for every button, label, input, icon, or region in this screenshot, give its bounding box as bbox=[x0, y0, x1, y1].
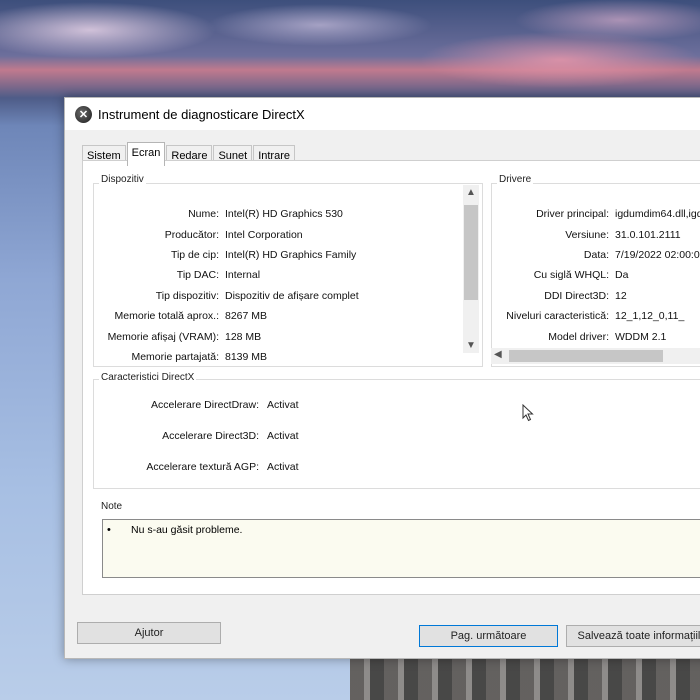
feature-row-value: Activat bbox=[267, 430, 299, 442]
feature-row-label: Accelerare DirectDraw: bbox=[151, 399, 259, 411]
drivers-group-label: Drivere bbox=[497, 174, 534, 185]
device-row-value: Intel Corporation bbox=[225, 229, 303, 241]
mouse-pointer-icon bbox=[522, 404, 534, 422]
device-row-shared-memory: Memorie partajată: 8139 MB bbox=[93, 351, 267, 363]
driver-row-ddi: DDI Direct3D: 12 bbox=[495, 290, 627, 302]
feature-row-directdraw: Accelerare DirectDraw: Activat bbox=[123, 399, 299, 411]
desktop-wallpaper-sky bbox=[0, 0, 700, 110]
feature-row-value: Activat bbox=[267, 399, 299, 411]
chevron-down-icon[interactable]: ▼ bbox=[466, 340, 476, 351]
device-group-label: Dispozitiv bbox=[99, 174, 146, 185]
device-row-vram: Memorie afișaj (VRAM): 128 MB bbox=[85, 331, 262, 343]
device-row-label: Tip dispozitiv: bbox=[155, 290, 219, 302]
driver-row-label: Driver principal: bbox=[536, 208, 609, 220]
device-row-device-type: Tip dispozitiv: Dispozitiv de afișare com… bbox=[93, 290, 359, 302]
driver-row-label: Cu siglă WHQL: bbox=[533, 269, 609, 281]
device-row-total-memory: Memorie totală aprox.: 8267 MB bbox=[93, 310, 268, 322]
chevron-left-icon[interactable]: ◀ bbox=[494, 349, 502, 360]
feature-row-direct3d: Accelerare Direct3D: Activat bbox=[123, 430, 299, 442]
device-row-value: 8267 MB bbox=[225, 310, 268, 322]
driver-row-driver-model: Model driver: WDDM 2.1 bbox=[495, 331, 666, 343]
driver-row-label: DDI Direct3D: bbox=[544, 290, 609, 302]
device-row-value: Dispozitiv de afișare complet bbox=[225, 290, 359, 302]
device-row-label: Tip DAC: bbox=[176, 269, 219, 281]
driver-row-label: Versiune: bbox=[565, 229, 609, 241]
driver-row-value: 7/19/2022 02:00:00 bbox=[615, 249, 700, 261]
window-title: Instrument de diagnosticare DirectX bbox=[98, 106, 305, 122]
display-tab-panel: Dispozitiv Nume: Intel(R) HD Graphics 530… bbox=[82, 160, 700, 595]
device-row-label: Memorie totală aprox.: bbox=[114, 310, 219, 322]
scrollbar-thumb[interactable] bbox=[509, 350, 663, 362]
feature-row-label: Accelerare textură AGP: bbox=[146, 461, 259, 473]
device-row-name: Nume: Intel(R) HD Graphics 530 bbox=[93, 208, 343, 220]
device-row-label: Memorie partajată: bbox=[131, 351, 219, 363]
driver-row-value: Da bbox=[615, 269, 629, 281]
device-row-label: Nume: bbox=[188, 208, 219, 220]
notes-bullet: • bbox=[107, 524, 111, 536]
driver-row-main-driver: Driver principal: igdumdim64.dll,igd10iu bbox=[495, 208, 700, 220]
device-row-chip-type: Tip de cip: Intel(R) HD Graphics Family bbox=[93, 249, 356, 261]
notes-text: Nu s-au găsit probleme. bbox=[131, 524, 243, 536]
device-row-value: 128 MB bbox=[225, 331, 262, 343]
device-row-value: Intel(R) HD Graphics Family bbox=[225, 249, 357, 261]
device-row-label: Tip de cip: bbox=[170, 249, 219, 261]
title-bar[interactable]: ✕ Instrument de diagnosticare DirectX bbox=[65, 98, 700, 130]
driver-row-version: Versiune: 31.0.101.2111 bbox=[495, 229, 681, 241]
notes-textbox[interactable]: • Nu s-au găsit probleme. bbox=[102, 519, 700, 578]
device-row-label: Producător: bbox=[164, 229, 219, 241]
tab-ecran[interactable]: Ecran bbox=[126, 142, 166, 166]
device-row-value: 8139 MB bbox=[225, 351, 268, 363]
driver-row-value: WDDM 2.1 bbox=[615, 331, 667, 343]
device-row-manufacturer: Producător: Intel Corporation bbox=[93, 229, 303, 241]
chevron-up-icon[interactable]: ▲ bbox=[466, 187, 476, 198]
device-row-dac-type: Tip DAC: Internal bbox=[93, 269, 260, 281]
features-group-label: Caracteristici DirectX bbox=[99, 372, 197, 383]
device-row-label: Memorie afișaj (VRAM): bbox=[107, 331, 219, 343]
driver-row-value: igdumdim64.dll,igd10iu bbox=[615, 208, 700, 220]
help-button[interactable]: Ajutor bbox=[77, 622, 221, 644]
directx-icon: ✕ bbox=[75, 105, 92, 123]
scrollbar-thumb[interactable] bbox=[464, 205, 478, 300]
device-row-value: Intel(R) HD Graphics 530 bbox=[225, 208, 343, 220]
driver-row-value: 12_1,12_0,11_ bbox=[615, 310, 685, 322]
driver-row-date: Data: 7/19/2022 02:00:00 bbox=[495, 249, 700, 261]
driver-row-label: Model driver: bbox=[548, 331, 609, 343]
driver-row-feature-levels: Niveluri caracteristică: 12_1,12_0,11_ bbox=[495, 310, 684, 322]
notes-group-label: Note bbox=[99, 501, 125, 512]
dxdiag-window: ✕ Instrument de diagnosticare DirectX Si… bbox=[64, 97, 700, 659]
feature-row-value: Activat bbox=[267, 461, 299, 473]
driver-row-value: 12 bbox=[615, 290, 627, 302]
device-vertical-scrollbar[interactable]: ▲ ▼ bbox=[463, 185, 479, 353]
driver-row-label: Data: bbox=[583, 249, 609, 261]
desktop-wallpaper-pier bbox=[350, 655, 700, 700]
driver-row-whql: Cu siglă WHQL: Da bbox=[495, 269, 629, 281]
device-row-value: Internal bbox=[225, 269, 261, 281]
drivers-horizontal-scrollbar[interactable]: ◀ bbox=[491, 348, 700, 364]
save-all-button[interactable]: Salvează toate informațiile bbox=[566, 625, 700, 647]
driver-row-value: 31.0.101.2111 bbox=[615, 229, 681, 241]
next-page-button[interactable]: Pag. următoare bbox=[419, 625, 558, 647]
feature-row-label: Accelerare Direct3D: bbox=[162, 430, 259, 442]
feature-row-agp: Accelerare textură AGP: Activat bbox=[123, 461, 299, 473]
driver-row-label: Niveluri caracteristică: bbox=[506, 310, 609, 322]
